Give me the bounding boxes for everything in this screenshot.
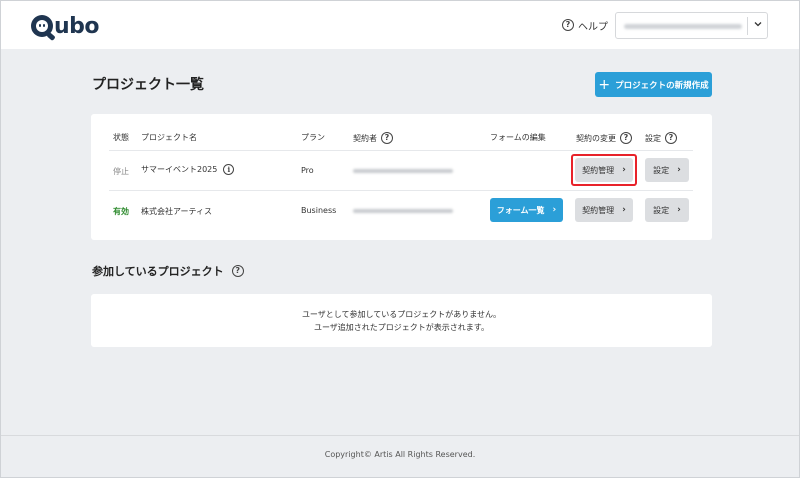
question-circle-icon: ? (562, 19, 574, 31)
col-header-contract-change: 契約の変更 ? (576, 132, 632, 144)
col-header-form-edit: フォームの編集 (490, 133, 546, 142)
footer-copyright: Copyright© Artis All Rights Reserved. (324, 450, 476, 459)
contract-button-highlight (571, 154, 637, 186)
participating-empty-message: ユーザとして参加しているプロジェクトがありません。 ユーザ追加されたプロジェクト… (301, 310, 502, 332)
col-header-name: プロジェクト名 (141, 133, 197, 142)
header-divider (109, 150, 693, 151)
chevron-right-icon: › (622, 205, 626, 215)
row2-contract-manage-button[interactable]: 契約管理 › (575, 198, 633, 222)
chevron-right-icon: › (677, 205, 681, 215)
chevron-right-icon: › (677, 165, 681, 175)
page-title: プロジェクト一覧 (92, 77, 204, 93)
new-project-button[interactable]: + プロジェクトの新規作成 (595, 72, 712, 97)
row1-settings-button[interactable]: 設定 › (645, 158, 689, 182)
row2-plan: Business (301, 206, 337, 215)
contractor-help-icon[interactable]: ? (381, 132, 393, 144)
logo-q-mark (31, 15, 53, 37)
col-header-plan: プラン (301, 133, 325, 142)
participating-help-icon[interactable]: ? (231, 265, 244, 277)
row1-plan: Pro (301, 166, 314, 175)
col-header-contractor: 契約者 ? (353, 132, 393, 144)
row2-settings-button[interactable]: 設定 › (645, 198, 689, 222)
account-email-redacted (624, 24, 742, 29)
qubo-logo[interactable]: ubo (31, 13, 100, 39)
help-label: ヘルプ (578, 21, 608, 33)
chevron-down-icon[interactable] (753, 19, 763, 29)
row2-project-name: 株式会社アーティス (141, 207, 213, 216)
row1-contractor-redacted (353, 169, 453, 173)
info-icon[interactable]: i (223, 164, 235, 175)
col-header-status: 状態 (113, 133, 129, 142)
new-project-label: プロジェクトの新規作成 (615, 80, 709, 91)
row1-project-name: サマーイベント2025 i (141, 164, 235, 175)
row2-status: 有効 (113, 207, 129, 216)
logo-text: ubo (54, 13, 100, 39)
row-divider (109, 190, 693, 191)
account-dropdown[interactable] (615, 12, 768, 39)
top-header: ubo ? ヘルプ (1, 1, 799, 49)
col-header-settings: 設定 ? (645, 132, 677, 144)
participating-title: 参加しているプロジェクト ? (92, 263, 244, 279)
plus-icon: + (598, 76, 611, 93)
settings-help-icon[interactable]: ? (665, 132, 677, 144)
row2-contractor-redacted (353, 209, 453, 213)
help-link[interactable]: ? ヘルプ (562, 16, 608, 34)
row1-status: 停止 (113, 167, 129, 176)
contract-change-help-icon[interactable]: ? (620, 132, 632, 144)
account-divider (747, 17, 748, 35)
chevron-right-icon: › (552, 205, 557, 215)
row2-form-list-button[interactable]: フォーム一覧 › (490, 198, 563, 222)
footer-divider (1, 435, 799, 436)
